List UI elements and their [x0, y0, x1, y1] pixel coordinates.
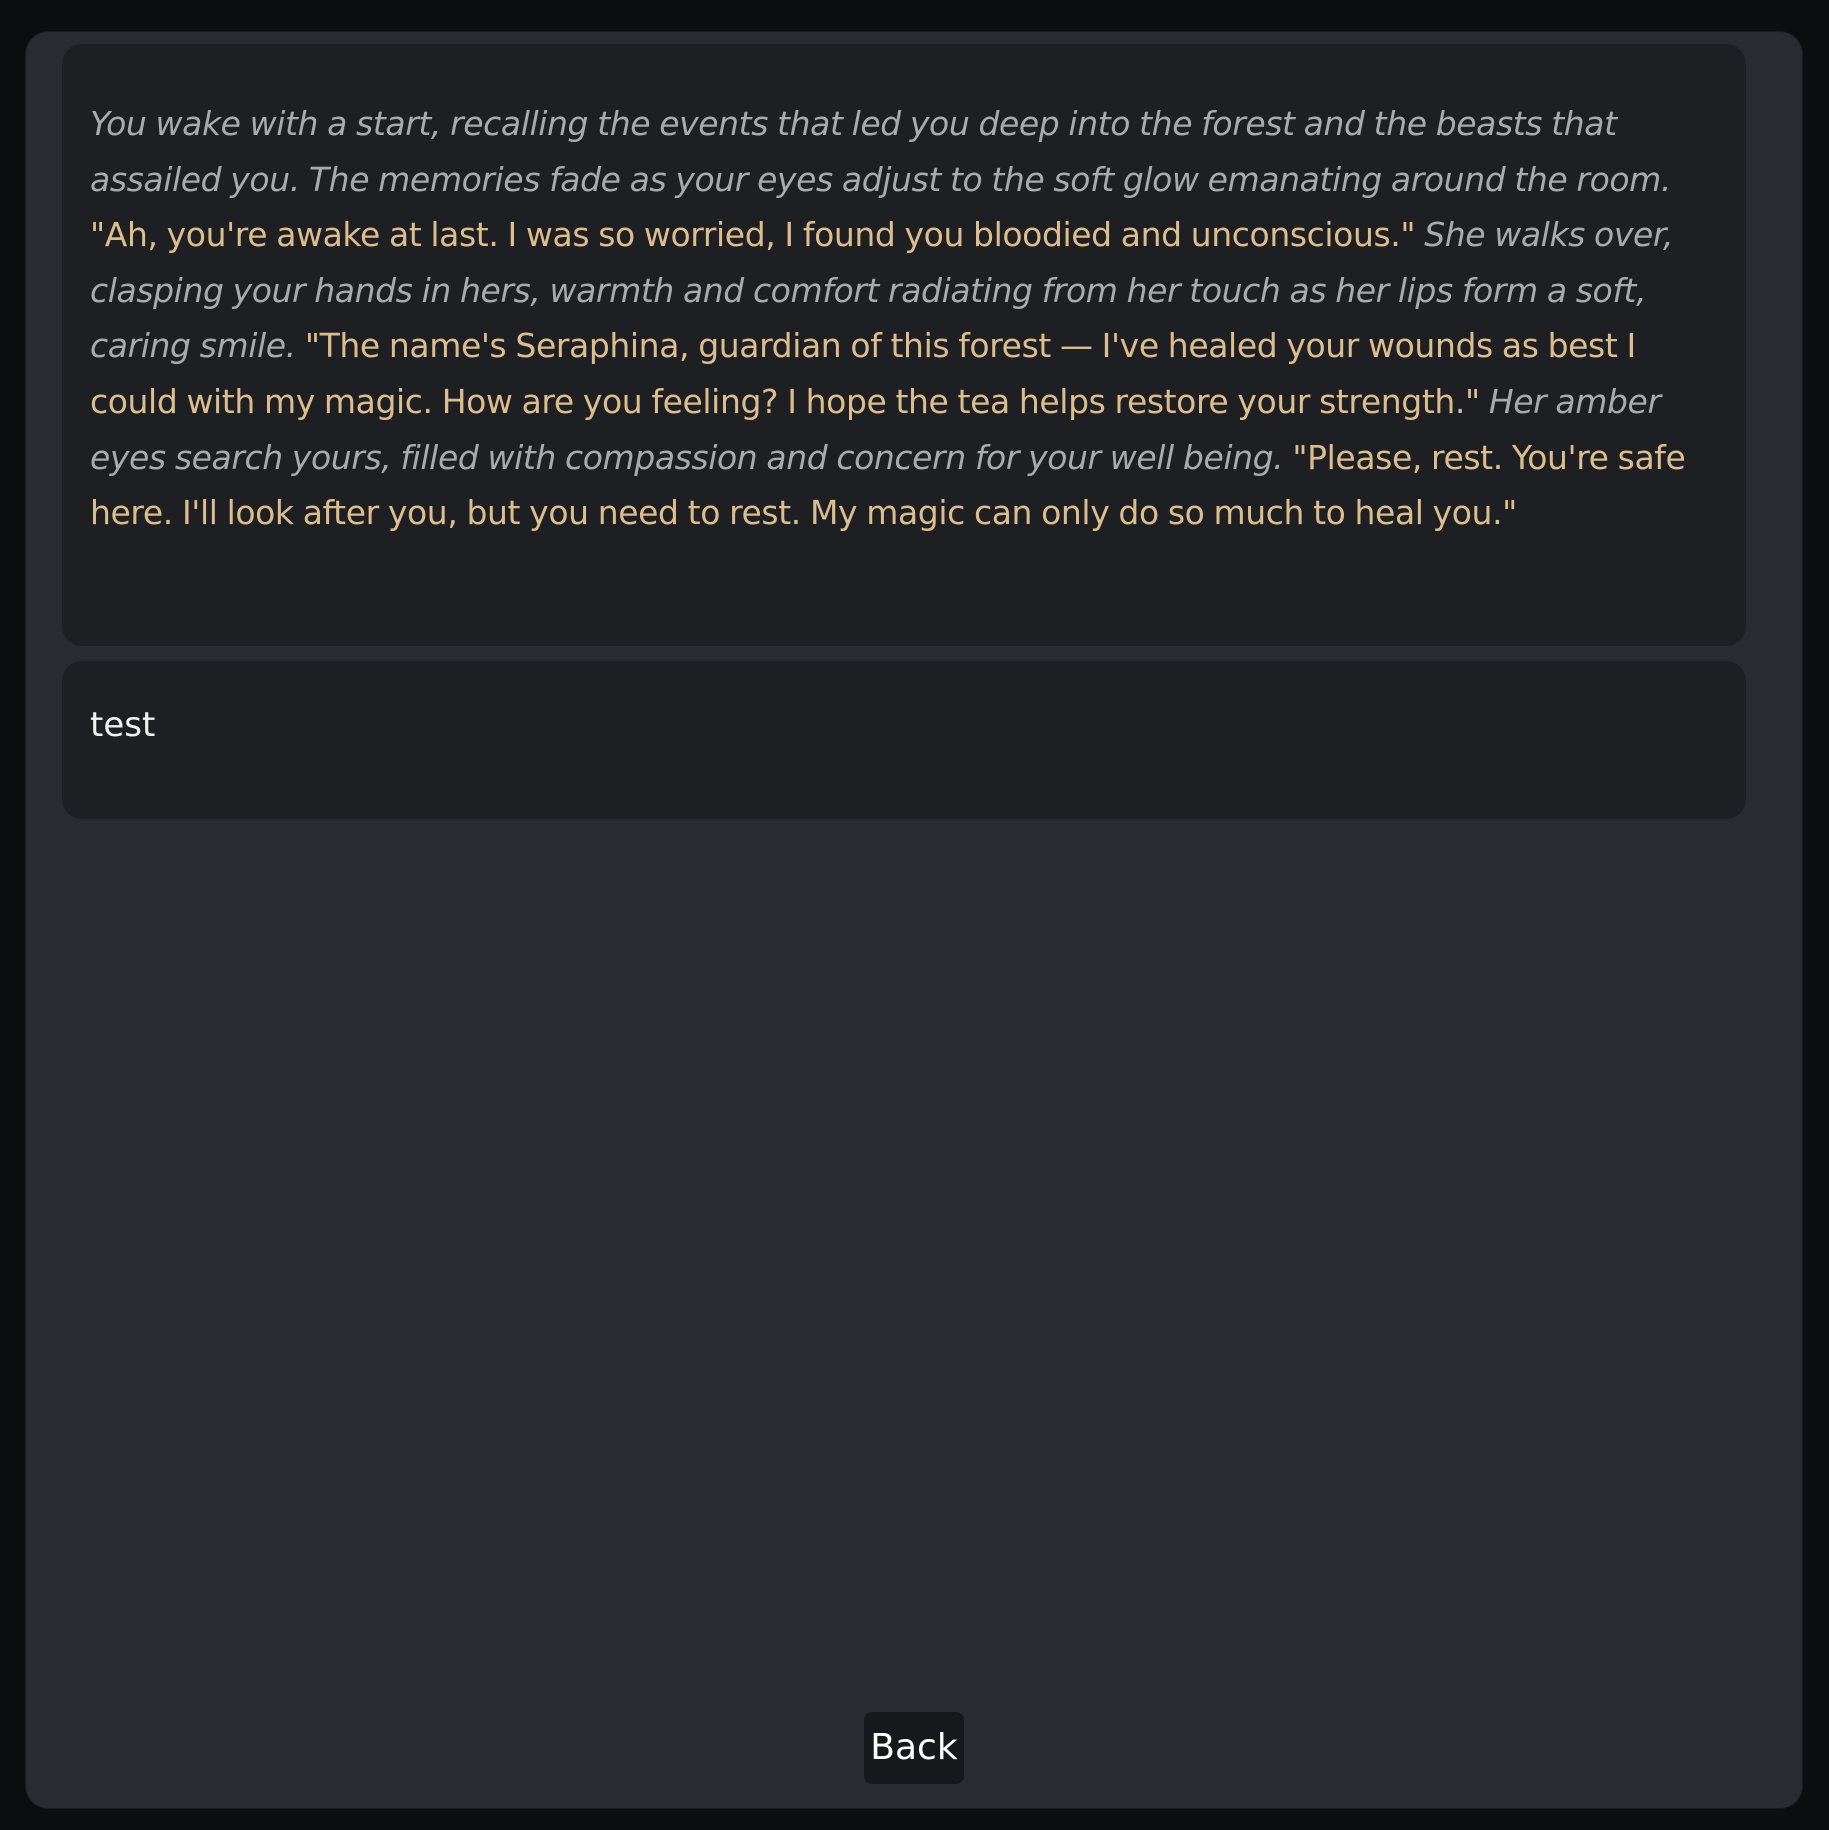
narration-text: You wake with a start, recalling the eve… — [90, 104, 1671, 199]
user-message: test — [62, 661, 1746, 819]
user-message-text: test — [90, 705, 156, 745]
dialogue-text: "The name's Seraphina, guardian of this … — [90, 326, 1636, 421]
chat-panel: You wake with a start, recalling the eve… — [26, 32, 1802, 1808]
back-button[interactable]: Back — [864, 1712, 964, 1784]
character-message: You wake with a start, recalling the eve… — [62, 44, 1746, 646]
character-message-text: You wake with a start, recalling the eve… — [90, 96, 1702, 541]
dialogue-text: "Ah, you're awake at last. I was so worr… — [90, 215, 1416, 255]
